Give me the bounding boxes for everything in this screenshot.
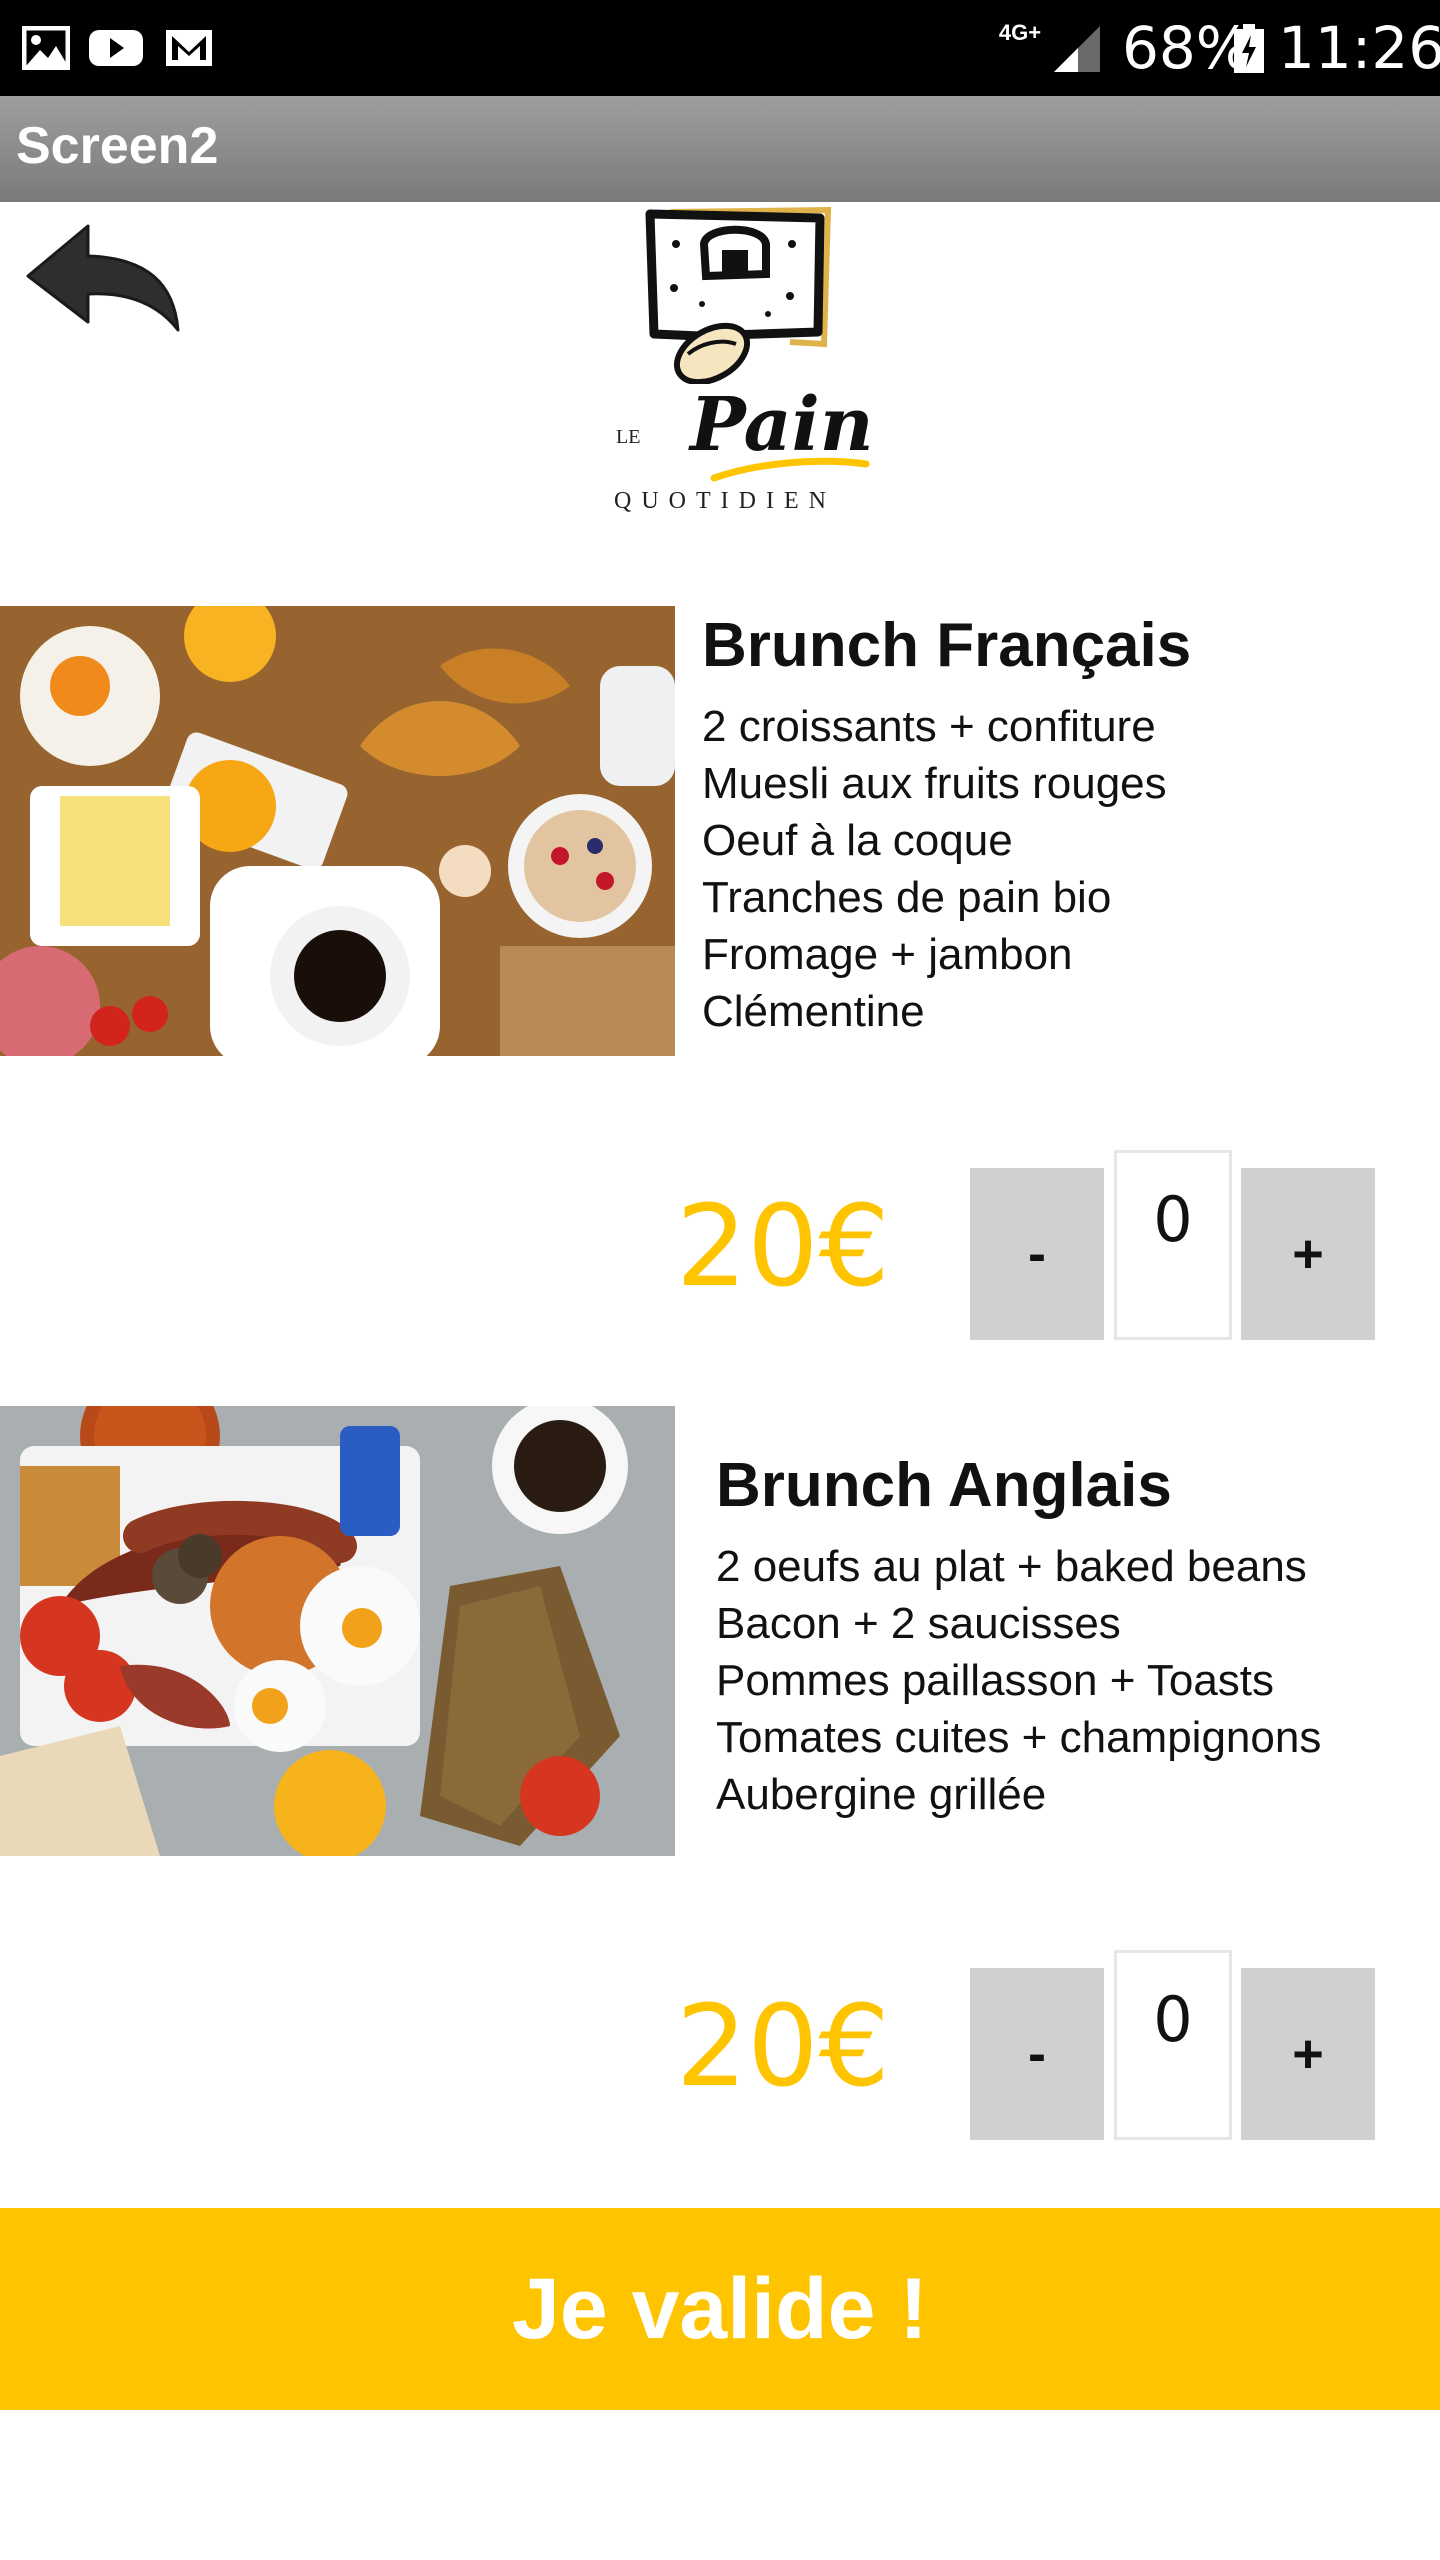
battery-charging-icon: [1232, 24, 1266, 79]
screen-title: Screen2: [16, 117, 219, 175]
description-line: Tranches de pain bio: [702, 873, 1112, 922]
signal-icon: [1052, 24, 1102, 79]
description-line: 2 oeufs au plat + baked beans: [716, 1542, 1307, 1591]
quantity-field[interactable]: 0: [1114, 1950, 1232, 2140]
description-line: Muesli aux fruits rouges: [702, 759, 1167, 808]
logo-swoosh: [710, 457, 870, 482]
brunch-anglais-photo: [0, 1406, 675, 1856]
increase-quantity-button[interactable]: +: [1241, 1168, 1375, 1340]
product-title: Brunch Anglais: [716, 1451, 1172, 1520]
description-line: Aubergine grillée: [716, 1770, 1047, 1819]
gallery-icon: [21, 25, 71, 75]
back-button[interactable]: [18, 218, 188, 338]
increase-quantity-button[interactable]: +: [1241, 1968, 1375, 2140]
product-description: 2 oeufs au plat + baked beans Bacon + 2 …: [716, 1538, 1321, 1823]
logo-emblem: [645, 206, 832, 384]
price-label: 20€: [676, 1182, 890, 1312]
description-line: Clémentine: [702, 987, 925, 1036]
decrease-quantity-button[interactable]: -: [970, 1168, 1104, 1340]
quantity-field[interactable]: 0: [1114, 1150, 1232, 1340]
clock: 11:26: [1278, 14, 1440, 82]
logo-subtitle: QUOTIDIEN: [614, 488, 836, 514]
status-bar: 4G+ 68% 11:26: [0, 0, 1440, 96]
description-line: Bacon + 2 saucisses: [716, 1599, 1121, 1648]
decrease-quantity-button[interactable]: -: [970, 1968, 1104, 2140]
validate-button[interactable]: Je valide !: [0, 2208, 1440, 2410]
youtube-icon: [88, 26, 144, 75]
product-title: Brunch Français: [702, 611, 1192, 680]
back-arrow-icon: [26, 224, 180, 332]
network-indicator: 4G+: [998, 20, 1042, 45]
logo-le: LE: [616, 426, 641, 448]
description-line: Oeuf à la coque: [702, 816, 1013, 865]
product-description: 2 croissants + confiture Muesli aux frui…: [702, 698, 1167, 1040]
app-bar: Screen2: [0, 96, 1440, 202]
description-line: Tomates cuites + champignons: [716, 1713, 1322, 1762]
description-line: Fromage + jambon: [702, 930, 1073, 979]
description-line: 2 croissants + confiture: [702, 702, 1156, 751]
price-label: 20€: [676, 1982, 890, 2112]
brunch-francais-photo: [0, 606, 675, 1056]
le-pain-quotidien-logo: LE Pain QUOTIDIEN: [600, 204, 880, 524]
description-line: Pommes paillasson + Toasts: [716, 1656, 1275, 1705]
gmail-icon: [164, 26, 214, 75]
